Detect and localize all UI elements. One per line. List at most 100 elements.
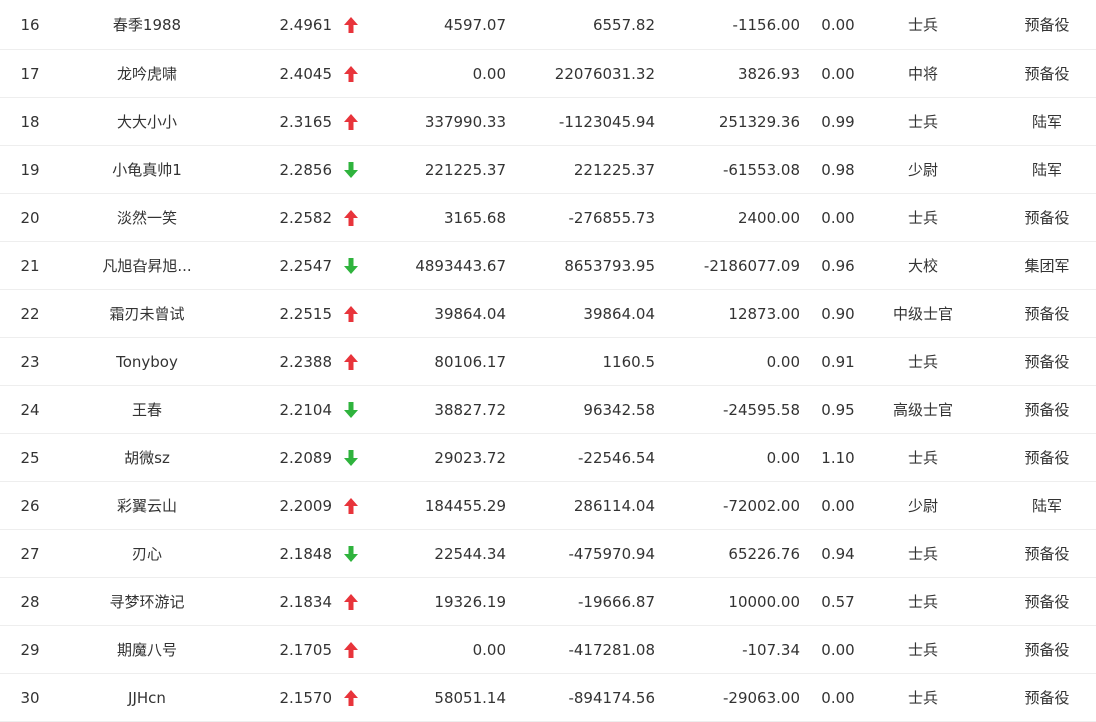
value-1-cell: 80106.17: [434, 352, 506, 371]
player-name-link[interactable]: 春季1988: [82, 0, 212, 49]
rank-cell: 17: [20, 64, 40, 83]
arrow-down-icon: [338, 530, 364, 577]
score-cell: 2.2104: [279, 400, 333, 419]
table-row: 26 彩翼云山 2.2009 184455.29 286114.04 -72002.00 0…: [0, 482, 1096, 530]
table-row: 28 寻梦环游记 2.1834 19326.19 -19666.87 10000.00 0.…: [0, 578, 1096, 626]
value-1-cell: 29023.72: [434, 448, 506, 467]
player-name-link[interactable]: 期魔八号: [82, 626, 212, 673]
value-3-cell: 0.00: [766, 448, 800, 467]
value-1-cell: 38827.72: [434, 400, 506, 419]
score-cell: 2.2856: [279, 160, 333, 179]
military-rank-cell: 少尉: [907, 161, 938, 179]
table-row: 16 春季1988 2.4961 4597.07 6557.82 -1156.00 0.00…: [0, 0, 1096, 50]
score-cell: 2.1834: [279, 592, 333, 611]
arrow-up-icon: [338, 194, 364, 241]
military-rank-cell: 中将: [907, 65, 938, 83]
score-cell: 2.1705: [279, 640, 333, 659]
value-3-cell: -24595.58: [723, 400, 800, 419]
player-name-link[interactable]: 霜刃未曾试: [82, 290, 212, 337]
arrow-up-icon: [338, 578, 364, 625]
table-row: 30 JJHcn 2.1570 58051.14 -894174.56 -29063.00…: [0, 674, 1096, 722]
value-2-cell: 221225.37: [573, 160, 655, 179]
score-cell: 2.1848: [279, 544, 333, 563]
rank-cell: 18: [20, 112, 40, 131]
score-cell: 2.2547: [279, 256, 333, 275]
table-row: 22 霜刃未曾试 2.2515 39864.04 39864.04 12873.00 0.9…: [0, 290, 1096, 338]
corps-cell: 陆军: [1031, 497, 1062, 515]
player-name-link[interactable]: 彩翼云山: [82, 482, 212, 529]
table-row: 18 大大小小 2.3165 337990.33 -1123045.94 251329.3…: [0, 98, 1096, 146]
player-name-link[interactable]: JJHcn: [82, 674, 212, 721]
military-rank-cell: 士兵: [907, 545, 938, 563]
table-row: 25 胡微sz 2.2089 29023.72 -22546.54 0.00 1.10 士兵 预…: [0, 434, 1096, 482]
table-row: 17 龙吟虎啸 2.4045 0.00 22076031.32 3826.93 0.00 中将…: [0, 50, 1096, 98]
value-2-cell: 1160.5: [602, 352, 656, 371]
rank-cell: 21: [20, 256, 40, 275]
corps-cell: 预备役: [1024, 401, 1070, 419]
ratio-cell: 0.00: [821, 208, 855, 227]
player-name-link[interactable]: 大大小小: [82, 98, 212, 145]
value-2-cell: -276855.73: [568, 208, 655, 227]
value-2-cell: 96342.58: [583, 400, 655, 419]
corps-cell: 预备役: [1024, 65, 1070, 83]
value-2-cell: -475970.94: [568, 544, 655, 563]
player-name-link[interactable]: 凡旭旮昇旭...: [82, 242, 212, 289]
military-rank-cell: 士兵: [907, 113, 938, 131]
value-3-cell: 12873.00: [728, 304, 800, 323]
rank-cell: 28: [20, 592, 40, 611]
value-1-cell: 4893443.67: [415, 256, 506, 275]
rank-cell: 24: [20, 400, 40, 419]
military-rank-cell: 士兵: [907, 449, 938, 467]
ratio-cell: 0.90: [821, 304, 855, 323]
arrow-down-icon: [338, 146, 364, 193]
player-name-link[interactable]: 龙吟虎啸: [82, 50, 212, 97]
player-name-link[interactable]: 淡然一笑: [82, 194, 212, 241]
corps-cell: 预备役: [1024, 641, 1070, 659]
score-cell: 2.2009: [279, 496, 333, 515]
value-3-cell: 3826.93: [737, 64, 800, 83]
corps-cell: 集团军: [1024, 257, 1070, 275]
player-name-link[interactable]: Tonyboy: [82, 338, 212, 385]
arrow-up-icon: [338, 50, 364, 97]
table-row: 19 小龟真帅1 2.2856 221225.37 221225.37 -61553.08…: [0, 146, 1096, 194]
value-3-cell: 65226.76: [728, 544, 800, 563]
value-3-cell: -107.34: [742, 640, 800, 659]
arrow-up-icon: [338, 674, 364, 721]
score-cell: 2.2582: [279, 208, 333, 227]
score-cell: 2.2089: [279, 448, 333, 467]
player-name-link[interactable]: 刃心: [82, 530, 212, 577]
player-name-link[interactable]: 小龟真帅1: [82, 146, 212, 193]
military-rank-cell: 少尉: [907, 497, 938, 515]
player-name-link[interactable]: 胡微sz: [82, 434, 212, 481]
ratio-cell: 0.96: [821, 256, 855, 275]
player-name-link[interactable]: 寻梦环游记: [82, 578, 212, 625]
score-cell: 2.2388: [279, 352, 333, 371]
score-cell: 2.1570: [279, 688, 333, 707]
ratio-cell: 0.91: [821, 352, 855, 371]
ratio-cell: 0.95: [821, 400, 855, 419]
table-row: 21 凡旭旮昇旭... 2.2547 4893443.67 8653793.95 -218…: [0, 242, 1096, 290]
corps-cell: 预备役: [1024, 689, 1070, 707]
ratio-cell: 0.57: [821, 592, 855, 611]
value-3-cell: -2186077.09: [703, 256, 800, 275]
military-rank-cell: 士兵: [907, 353, 938, 371]
ratio-cell: 1.10: [821, 448, 855, 467]
rank-cell: 27: [20, 544, 40, 563]
corps-cell: 陆军: [1031, 113, 1062, 131]
corps-cell: 预备役: [1024, 545, 1070, 563]
military-rank-cell: 士兵: [907, 209, 938, 227]
value-2-cell: -417281.08: [568, 640, 655, 659]
rank-cell: 19: [20, 160, 40, 179]
player-name-link[interactable]: 王春: [82, 386, 212, 433]
ratio-cell: 0.00: [821, 640, 855, 659]
military-rank-cell: 士兵: [907, 593, 938, 611]
value-2-cell: 39864.04: [583, 304, 655, 323]
score-cell: 2.2515: [279, 304, 333, 323]
value-3-cell: -1156.00: [732, 15, 800, 34]
rank-cell: 26: [20, 496, 40, 515]
ratio-cell: 0.94: [821, 544, 855, 563]
value-1-cell: 39864.04: [434, 304, 506, 323]
arrow-up-icon: [338, 482, 364, 529]
value-1-cell: 0.00: [472, 640, 506, 659]
corps-cell: 预备役: [1024, 209, 1070, 227]
